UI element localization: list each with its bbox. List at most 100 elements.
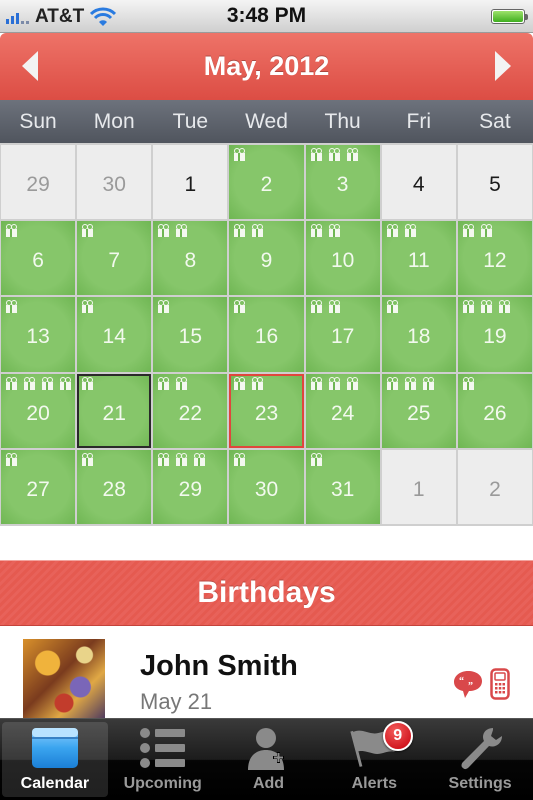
calendar-day-cell[interactable]: 27: [1, 449, 76, 524]
prev-month-button[interactable]: [22, 51, 38, 81]
calendar-day-cell[interactable]: 16: [229, 297, 304, 372]
day-number: 4: [412, 173, 425, 197]
status-bar: AT&T 3:48 PM: [0, 0, 533, 33]
gift-icon: [157, 300, 170, 314]
weekday-label: Thu: [324, 110, 361, 133]
gift-icon: [328, 224, 341, 238]
calendar-day-cell[interactable]: 28: [77, 449, 152, 524]
wrench-icon: [454, 725, 506, 771]
gift-icon: [233, 224, 246, 238]
day-number: 3: [336, 173, 349, 197]
calendar-day-cell[interactable]: 1: [381, 449, 456, 524]
day-number: 1: [184, 173, 197, 197]
calendar-day-cell[interactable]: 9: [229, 221, 304, 296]
calendar-day-cell[interactable]: 15: [153, 297, 228, 372]
gift-icon: [59, 376, 72, 390]
gift-icon: [81, 224, 94, 238]
gift-icons: [81, 376, 94, 390]
tab-calendar[interactable]: Calendar: [2, 722, 108, 797]
gift-icons: [5, 300, 18, 314]
gift-icon: [5, 376, 18, 390]
weekday-label: Sun: [19, 110, 57, 133]
day-number: 23: [254, 401, 279, 425]
calendar-day-cell[interactable]: 14: [77, 297, 152, 372]
birthday-date: May 21: [140, 689, 213, 714]
gift-icon: [386, 224, 399, 238]
list-icon: [137, 725, 189, 771]
month-header: May, 2012: [0, 33, 533, 100]
calendar-day-cell[interactable]: 10: [305, 221, 380, 296]
calendar-day-cell[interactable]: 6: [1, 221, 76, 296]
message-icon[interactable]: “ ”: [453, 669, 483, 699]
gift-icon: [404, 224, 417, 238]
phone-icon[interactable]: [490, 668, 510, 700]
calendar-day-cell[interactable]: 12: [457, 221, 532, 296]
calendar-day-cell[interactable]: 18: [381, 297, 456, 372]
next-month-button[interactable]: [495, 51, 511, 81]
gift-icon: [310, 300, 323, 314]
gift-icons: [386, 300, 399, 314]
gift-icon: [328, 300, 341, 314]
alerts-badge: 9: [382, 721, 413, 751]
gift-icon: [175, 452, 188, 466]
calendar-day-cell[interactable]: 7: [77, 221, 152, 296]
day-number: 9: [260, 249, 273, 273]
calendar-day-cell-selected[interactable]: 23: [229, 373, 304, 448]
gift-icons: [5, 452, 18, 466]
calendar-day-cell[interactable]: 29: [1, 145, 76, 220]
weekday-label: Sat: [479, 110, 511, 133]
calendar-day-cell[interactable]: 31: [305, 449, 380, 524]
weekday-label: Mon: [93, 110, 135, 133]
gift-icons: [462, 300, 511, 314]
calendar-day-cell[interactable]: 30: [77, 145, 152, 220]
calendar-day-cell[interactable]: 29: [153, 449, 228, 524]
calendar-day-cell[interactable]: 17: [305, 297, 380, 372]
gift-icon: [157, 376, 170, 390]
month-title: May, 2012: [203, 51, 330, 81]
person-name: John Smith: [140, 650, 298, 682]
calendar-day-cell[interactable]: 26: [457, 373, 532, 448]
gift-icon: [41, 376, 54, 390]
gift-icons: [233, 376, 264, 390]
tab-add[interactable]: Add: [216, 719, 322, 800]
gift-icons: [233, 452, 246, 466]
calendar-day-cell[interactable]: 30: [229, 449, 304, 524]
calendar-grid: 29 30 1 2 3 4 5 6 7 8 9 10 11 12 13 14 15 16 17 18 19 20 21 22 2…: [0, 143, 533, 526]
gift-icon: [310, 224, 323, 238]
calendar-day-cell[interactable]: 22: [153, 373, 228, 448]
day-number: 5: [489, 173, 501, 197]
calendar-day-cell[interactable]: 5: [457, 145, 532, 220]
calendar-day-cell[interactable]: 1: [153, 145, 228, 220]
tab-upcoming[interactable]: Upcoming: [110, 719, 216, 800]
calendar-day-cell[interactable]: 24: [305, 373, 380, 448]
tab-settings[interactable]: Settings: [427, 719, 533, 800]
calendar-day-cell[interactable]: 4: [381, 145, 456, 220]
calendar-day-cell[interactable]: 25: [381, 373, 456, 448]
gift-icon: [175, 376, 188, 390]
calendar-day-cell[interactable]: 3: [305, 145, 380, 220]
calendar-day-cell[interactable]: 2: [229, 145, 304, 220]
calendar-day-cell[interactable]: 20: [1, 373, 76, 448]
carrier-name: AT&T: [35, 5, 85, 27]
svg-text:“: “: [459, 676, 464, 687]
day-number: 28: [102, 477, 126, 501]
gift-icon: [328, 148, 341, 161]
wifi-icon: [90, 7, 117, 26]
tab-alerts[interactable]: 9 Alerts: [321, 719, 427, 800]
gift-icon: [462, 224, 475, 238]
calendar-day-cell-today[interactable]: 21: [77, 373, 152, 448]
gift-icon: [422, 376, 435, 390]
calendar-day-cell[interactable]: 13: [1, 297, 76, 372]
gift-icons: [462, 224, 493, 238]
calendar-day-cell[interactable]: 8: [153, 221, 228, 296]
gift-icons: [5, 376, 72, 390]
calendar-day-cell[interactable]: 19: [457, 297, 532, 372]
birthday-list-item[interactable]: John Smith May 21 “ ”: [0, 626, 533, 719]
day-number: 24: [330, 401, 355, 425]
gift-icon: [5, 224, 18, 238]
gift-icons: [386, 224, 417, 238]
gift-icon: [81, 452, 94, 466]
calendar-day-cell[interactable]: 2: [457, 449, 532, 524]
calendar-day-cell[interactable]: 11: [381, 221, 456, 296]
tab-bar: Calendar Upcoming Add 9 Alerts Settings: [0, 718, 533, 800]
